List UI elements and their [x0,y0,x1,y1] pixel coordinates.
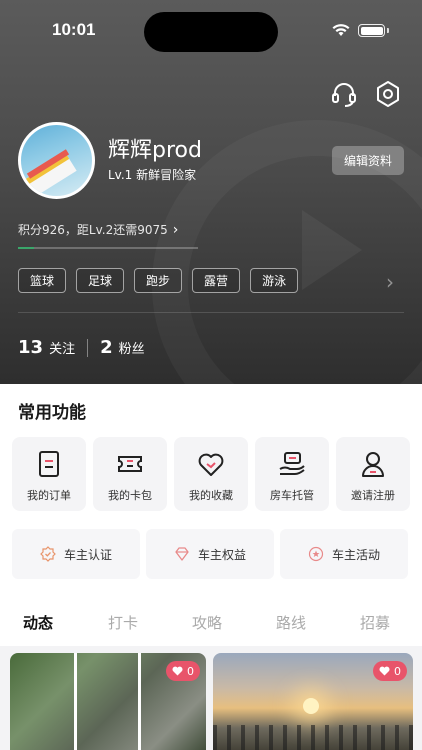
tags-chevron-right-icon[interactable]: › [386,270,394,294]
func-my-cards[interactable]: 我的卡包 [93,437,167,511]
status-time: 10:01 [52,20,96,39]
level-label: Lv.1 新鲜冒险家 [108,168,197,182]
edit-profile-button[interactable]: 编辑资料 [332,146,404,175]
chevron-right-icon: › [172,221,179,238]
tab-guides[interactable]: 攻略 [192,612,222,633]
owner-features-row: 车主认证 车主权益 车主活动 [12,529,408,579]
sunset-image [303,698,319,714]
hand-care-icon [279,452,305,475]
feed-list: 0 0 [0,646,422,750]
interest-tag[interactable]: 露营 [192,268,241,293]
tab-recruit[interactable]: 招募 [360,612,390,633]
feed-card[interactable]: 0 [213,653,413,750]
owner-label: 车主权益 [197,547,246,562]
points-text: 积分926，距Lv.2还需9075 [18,223,168,237]
func-my-favorites[interactable]: 我的收藏 [174,437,248,511]
owner-benefits[interactable]: 车主权益 [146,529,274,579]
background-watermark-play [302,210,362,290]
diamond-icon [175,547,189,561]
heart-icon [172,666,183,676]
level-progress-fill [18,247,35,249]
common-functions-grid: 我的订单 我的卡包 我的收藏 房车托管 邀请注册 [12,437,410,511]
followers-count[interactable]: 2 [100,337,113,358]
func-my-orders[interactable]: 我的订单 [12,437,86,511]
func-rv-custody[interactable]: 房车托管 [255,437,329,511]
following-count[interactable]: 13 [18,337,43,358]
crowd-silhouettes [213,725,413,750]
interest-tag[interactable]: 篮球 [18,268,67,293]
heart-icon [379,666,390,676]
profile-header: 10:01 辉辉prod Lv.1 新鲜冒险家 编辑资料 积分926，距Lv.2… [0,0,422,384]
stats-row: 13 关注 2 粉丝 [18,337,145,358]
battery-icon [358,24,385,37]
owner-label: 车主活动 [331,547,380,562]
interest-tag[interactable]: 足球 [76,268,125,293]
like-badge[interactable]: 0 [166,661,200,681]
interest-tag[interactable]: 跑步 [134,268,183,293]
battery-tip [387,28,389,33]
username: 辉辉prod [108,138,202,163]
dynamic-island [144,12,278,52]
like-badge[interactable]: 0 [373,661,407,681]
order-icon [39,451,59,477]
avatar[interactable] [18,122,95,199]
level-progress-bar [18,247,198,249]
settings-icon[interactable] [373,79,403,109]
owner-label: 车主认证 [63,547,112,562]
headset-icon[interactable] [329,79,359,109]
interest-tag[interactable]: 游泳 [250,268,299,293]
content-tabs: 动态 打卡 攻略 路线 招募 [0,604,422,644]
owner-verification[interactable]: 车主认证 [12,529,140,579]
ticket-icon [118,456,142,472]
func-label: 房车托管 [270,489,314,502]
content-panel: 常用功能 我的订单 我的卡包 我的收藏 房车托管 邀请注册 车主认证 车主权益 … [0,384,422,750]
invite-user-icon [362,452,384,477]
tab-checkin[interactable]: 打卡 [108,612,138,633]
heart-icon [198,453,224,476]
following-label[interactable]: 关注 [49,338,75,357]
func-label: 我的收藏 [189,489,233,502]
followers-label[interactable]: 粉丝 [119,338,145,357]
header-divider [18,312,404,313]
func-invite-register[interactable]: 邀请注册 [336,437,410,511]
func-label: 我的订单 [27,489,71,502]
section-title-common-functions: 常用功能 [18,403,86,423]
func-label: 我的卡包 [108,489,152,502]
interest-tags: 篮球 足球 跑步 露营 游泳 [18,268,299,293]
feed-card[interactable]: 0 [10,653,206,750]
owner-activities[interactable]: 车主活动 [280,529,408,579]
stats-separator [87,338,89,357]
status-bar: 10:01 [0,0,422,60]
func-label: 邀请注册 [351,489,395,502]
wifi-icon [332,24,350,36]
tab-routes[interactable]: 路线 [276,612,306,633]
star-badge-icon [308,546,324,562]
like-count: 0 [187,664,194,678]
like-count: 0 [394,664,401,678]
points-link[interactable]: 积分926，距Lv.2还需9075 › [18,221,178,238]
tab-feed[interactable]: 动态 [23,612,53,633]
collage-divider [74,653,77,750]
verify-badge-icon [40,546,56,562]
collage-divider [138,653,141,750]
